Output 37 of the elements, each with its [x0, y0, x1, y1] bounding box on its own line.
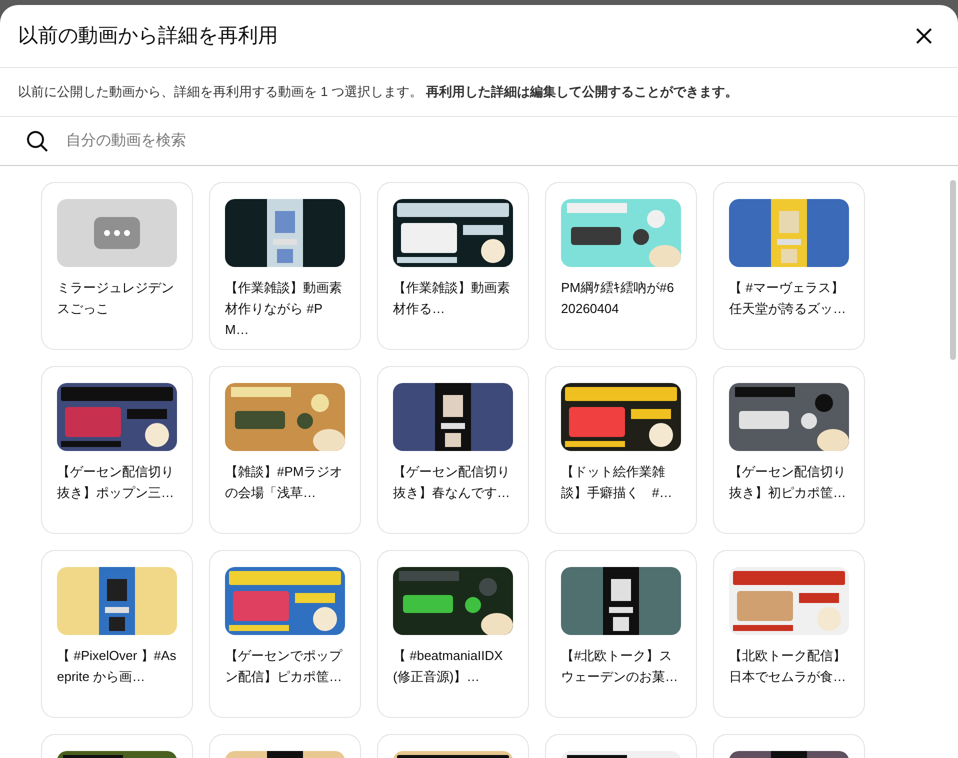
video-card[interactable]: 【ゲーセン配信切り抜き】春なんです… — [377, 366, 529, 534]
video-title: 【 #マーヴェラス】任天堂が誇るズッ… — [729, 279, 847, 318]
video-title: 【作業雑談】動画素材作る… — [393, 279, 511, 318]
video-title: 【#北欧トーク】スウェーデンのお菓… — [561, 647, 679, 686]
video-title: 【ゲーセン配信切り抜き】初ピカポ筐… — [729, 463, 847, 502]
dialog-title: 以前の動画から詳細を再利用 — [18, 24, 278, 49]
description-text: 以前に公開した動画から、詳細を再利用する動画を 1 つ選択します。 再利用した詳細は編集して公開することができます。 — [18, 83, 738, 102]
video-card[interactable]: 【雑談】#PMラジオの会場「浅草… — [209, 366, 361, 534]
video-title: 【ドット絵作業雑談】手癖描く #… — [561, 463, 674, 502]
video-card[interactable]: 【作業雑談】動画素材作る… — [377, 182, 529, 350]
video-title: 【北欧トーク配信】日本でセムラが食… — [729, 647, 847, 686]
ellipsis-icon — [94, 217, 140, 249]
video-card[interactable]: PM綱ｹ繧ｷ繧吶が#620260404 — [545, 182, 697, 350]
video-card[interactable]: 【北欧トーク配信】日本でセムラが食… — [713, 550, 865, 718]
video-card[interactable]: ミラージュレジデンスごっこ — [41, 182, 193, 350]
scrollbar-thumb[interactable] — [950, 180, 956, 360]
video-title: ミラージュレジデンスごっこ — [57, 279, 175, 318]
video-title: 【ゲーセン配信切り抜き】ポップン三… — [57, 463, 175, 502]
video-card[interactable]: 【ゲーセン配信切り抜き】初ピカポ筐… — [713, 366, 865, 534]
video-title: 【雑談】#PMラジオの会場「浅草… — [225, 463, 344, 502]
close-icon — [915, 27, 933, 45]
search-icon — [26, 130, 48, 152]
video-card[interactable]: 【ゲーセン配信切り抜き】ポップン三… — [41, 366, 193, 534]
video-title: 【 #beatmaniaIIDX (修正音源)】… — [393, 647, 504, 686]
video-card[interactable]: 【 #マーヴェラス】任天堂が誇るズッ… — [713, 182, 865, 350]
video-card[interactable]: 【ドット絵作業雑談】手癖描く #… — [545, 366, 697, 534]
search-field[interactable]: 自分の動画を検索 — [66, 130, 958, 152]
video-card[interactable]: 【ゲーセンでポップン配信】ピカポ筐… — [209, 550, 361, 718]
video-title: 【作業雑談】動画素材作りながら #PM… — [225, 279, 343, 339]
video-title: 【ゲーセン配信切り抜き】春なんです… — [393, 463, 511, 502]
video-title: 【ゲーセンでポップン配信】ピカポ筐… — [225, 647, 344, 686]
video-title: 【 #PixelOver 】#Aseprite から画… — [57, 647, 177, 686]
video-card[interactable]: 【 #PixelOver 】#Aseprite から画… — [41, 550, 193, 718]
video-card[interactable]: 【 #beatmaniaIIDX (修正音源)】… — [377, 550, 529, 718]
video-card[interactable]: 【作業雑談】動画素材作りながら #PM… — [209, 182, 361, 350]
video-title: PM綱ｹ繧ｷ繧吶が#620260404 — [561, 279, 675, 318]
video-card[interactable]: 【#北欧トーク】スウェーデンのお菓… — [545, 550, 697, 718]
